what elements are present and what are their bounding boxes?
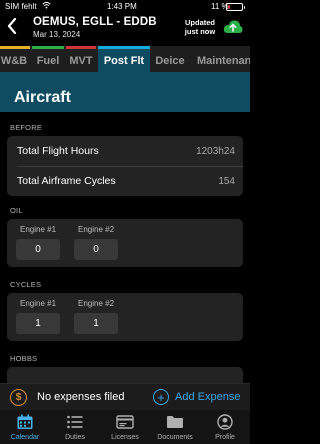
section-title: Aircraft — [14, 89, 71, 106]
status-bar: SIM fehlt 1:43 PM 11 % — [0, 0, 250, 13]
tab-fuel[interactable]: Fuel — [32, 46, 64, 72]
clock: 1:43 PM — [107, 2, 137, 11]
add-expense-button[interactable]: Add Expense — [175, 391, 240, 403]
row-divider — [17, 166, 243, 167]
total-airframe-cycles-label: Total Airframe Cycles — [17, 175, 116, 187]
cloud-upload-icon[interactable] — [223, 19, 243, 34]
cycles-label: CYCLES — [10, 280, 42, 289]
nav-calendar-label: Calendar — [10, 434, 40, 441]
cycles-engine-2-label: Engine #2 — [77, 299, 115, 308]
before-card: Total Flight Hours 1203h24 Total Airfram… — [7, 136, 243, 196]
chevron-left-icon — [7, 18, 17, 34]
before-label: BEFORE — [10, 123, 43, 132]
cycles-card: Engine #1 Engine #2 1 1 — [7, 293, 243, 341]
flight-tabs: W&B Fuel MVT Post Flt Deice Maintenance — [0, 46, 250, 72]
nav-profile[interactable]: Profile — [200, 410, 250, 444]
cycles-engine-1-label: Engine #1 — [19, 299, 57, 308]
license-icon — [116, 415, 134, 429]
tab-maintenance[interactable]: Maintenance — [192, 46, 250, 72]
nav-documents[interactable]: Documents — [150, 410, 200, 444]
tab-wb[interactable]: W&B — [0, 46, 30, 72]
section-banner: Aircraft — [0, 72, 250, 112]
total-flight-hours-label: Total Flight Hours — [17, 145, 99, 157]
profile-icon — [217, 414, 233, 430]
cycles-engine-1-input[interactable]: 1 — [16, 313, 60, 334]
tab-mvt[interactable]: MVT — [66, 46, 96, 72]
oil-engine-1-label: Engine #1 — [19, 225, 57, 234]
battery-icon — [226, 3, 245, 11]
oil-label: OIL — [10, 206, 23, 215]
oil-engine-2-input[interactable]: 0 — [74, 239, 118, 260]
nav-calendar[interactable]: Calendar — [0, 410, 50, 444]
flight-header: OEMUS, EGLL - EDDB Mar 13, 2024 Updated … — [0, 13, 250, 43]
aircraft-form: BEFORE Total Flight Hours 1203h24 Total … — [0, 112, 250, 397]
carrier-label: SIM fehlt — [5, 2, 37, 11]
expense-bar: $ No expenses filed + Add Expense — [0, 383, 250, 410]
no-expenses-text: No expenses filed — [37, 391, 125, 403]
wifi-icon — [42, 1, 51, 9]
tab-deice[interactable]: Deice — [152, 46, 188, 72]
back-button[interactable] — [3, 15, 21, 37]
nav-profile-label: Profile — [215, 434, 235, 441]
nav-documents-label: Documents — [157, 434, 193, 441]
folder-icon — [167, 416, 183, 428]
total-flight-hours-value[interactable]: 1203h24 — [196, 146, 235, 157]
calendar-icon — [17, 414, 33, 429]
add-icon[interactable]: + — [153, 389, 169, 405]
total-airframe-cycles-value[interactable]: 154 — [218, 176, 235, 187]
hobbs-label: HOBBS — [10, 354, 38, 363]
nav-duties[interactable]: Duties — [50, 410, 100, 444]
nav-licenses-label: Licenses — [111, 434, 139, 441]
bottom-nav: Calendar Duties Licenses Documents Profi… — [0, 410, 250, 444]
nav-licenses[interactable]: Licenses — [100, 410, 150, 444]
oil-engine-2-label: Engine #2 — [77, 225, 115, 234]
tab-post-flt[interactable]: Post Flt — [98, 46, 150, 72]
page-title: OEMUS, EGLL - EDDB — [33, 16, 157, 28]
flight-date: Mar 13, 2024 — [33, 30, 81, 39]
sync-status: Updated just now — [184, 18, 216, 36]
oil-engine-1-input[interactable]: 0 — [16, 239, 60, 260]
dollar-icon: $ — [10, 389, 27, 406]
list-icon — [67, 415, 83, 429]
nav-duties-label: Duties — [65, 434, 85, 441]
oil-card: Engine #1 Engine #2 0 0 — [7, 219, 243, 267]
cycles-engine-2-input[interactable]: 1 — [74, 313, 118, 334]
